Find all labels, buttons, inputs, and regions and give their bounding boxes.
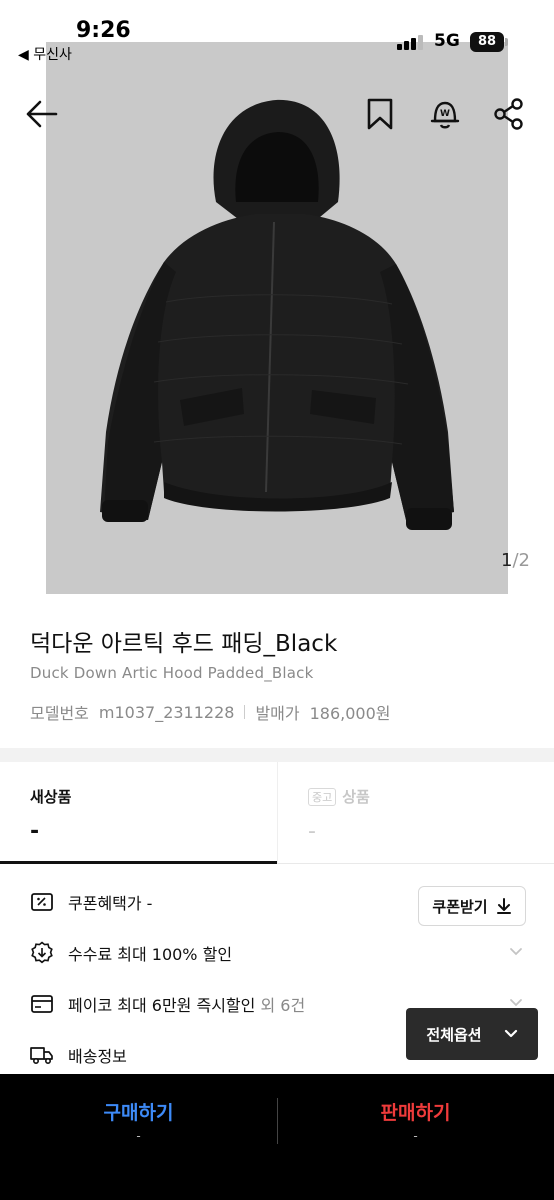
coupon-icon — [30, 890, 54, 914]
benefit-coupon-price: 쿠폰혜택가 - 쿠폰받기 — [0, 876, 554, 927]
benefit-payco-text: 페이코 최대 6만원 즉시할인 — [68, 995, 256, 1015]
benefit-delivery-text: 배송정보 — [68, 1046, 127, 1066]
all-options-label: 전체옵션 — [426, 1025, 482, 1044]
release-price-label: 발매가 — [255, 704, 300, 723]
gallery-page-indicator: 1/2 — [501, 550, 530, 571]
network-type: 5G — [434, 31, 460, 51]
all-options-button[interactable]: 전체옵션 — [406, 1008, 538, 1060]
meta-divider — [244, 705, 246, 719]
back-button[interactable] — [20, 92, 64, 136]
share-button[interactable] — [487, 92, 531, 136]
tab-used-label: 상품 — [342, 788, 370, 806]
truck-icon — [30, 1043, 54, 1067]
signal-icon — [397, 34, 425, 50]
used-tag: 중고 — [308, 787, 337, 806]
buy-label: 구매하기 — [103, 1102, 174, 1124]
tab-new-label: 새상품 — [30, 788, 72, 806]
tab-new-price: - — [30, 819, 40, 844]
back-to-app-link[interactable]: ◀ 무신사 — [18, 44, 72, 64]
card-icon — [30, 992, 54, 1016]
sell-price: - — [413, 1129, 418, 1143]
sell-label: 판매하기 — [380, 1102, 451, 1124]
product-meta: 모델번호 m1037_2311228 발매가 186,000원 — [30, 700, 391, 724]
buy-button[interactable]: 구매하기 - — [0, 1074, 277, 1150]
tab-used[interactable]: 중고 상품 - — [277, 762, 554, 864]
bottom-action-bar: 구매하기 - 판매하기 - — [0, 1074, 554, 1200]
chevron-down-icon — [504, 1029, 517, 1038]
section-divider — [0, 748, 554, 762]
product-subtitle: Duck Down Artic Hood Padded_Black — [30, 664, 314, 682]
benefit-fee-discount[interactable]: 수수료 최대 100% 할인 — [0, 927, 554, 978]
bell-w-icon: W — [430, 101, 460, 129]
discount-badge-icon — [30, 940, 54, 965]
buy-price: - — [136, 1129, 141, 1143]
tab-used-price: - — [308, 819, 316, 844]
release-price-value: 186,000원 — [309, 704, 391, 723]
bookmark-icon — [367, 98, 393, 130]
download-icon — [496, 898, 511, 914]
gallery-total: 2 — [518, 550, 530, 571]
battery-tip-icon — [505, 38, 508, 46]
arrow-left-icon — [26, 100, 58, 128]
sell-button[interactable]: 판매하기 - — [277, 1074, 554, 1150]
share-icon — [494, 98, 523, 130]
restock-alert-button[interactable]: W — [423, 92, 467, 136]
chevron-down-icon — [510, 948, 522, 956]
benefit-payco-extra: 외 6건 — [260, 995, 306, 1015]
get-coupon-label: 쿠폰받기 — [432, 897, 488, 916]
condition-tabs: 새상품 - 중고 상품 - — [0, 762, 554, 864]
svg-text:W: W — [440, 109, 450, 119]
get-coupon-button[interactable]: 쿠폰받기 — [418, 886, 526, 926]
bookmark-button[interactable] — [358, 92, 402, 136]
model-value: m1037_2311228 — [98, 702, 235, 722]
product-gallery[interactable]: W 1/2 — [0, 0, 554, 596]
status-time: 9:26 — [76, 18, 131, 43]
benefit-coupon-text: 쿠폰혜택가 - — [68, 893, 153, 913]
gallery-current: 1 — [501, 550, 513, 571]
battery-level: 88 — [470, 32, 504, 52]
status-bar: 9:26 ◀ 무신사 5G 88 — [0, 0, 554, 70]
benefit-fee-text: 수수료 최대 100% 할인 — [68, 944, 233, 964]
product-title: 덕다운 아르틱 후드 패딩_Black — [30, 631, 338, 657]
product-info: 덕다운 아르틱 후드 패딩_Black Duck Down Artic Hood… — [0, 596, 554, 748]
tab-new[interactable]: 새상품 - — [0, 762, 277, 864]
top-nav: W — [0, 86, 554, 142]
model-label: 모델번호 — [30, 704, 89, 723]
